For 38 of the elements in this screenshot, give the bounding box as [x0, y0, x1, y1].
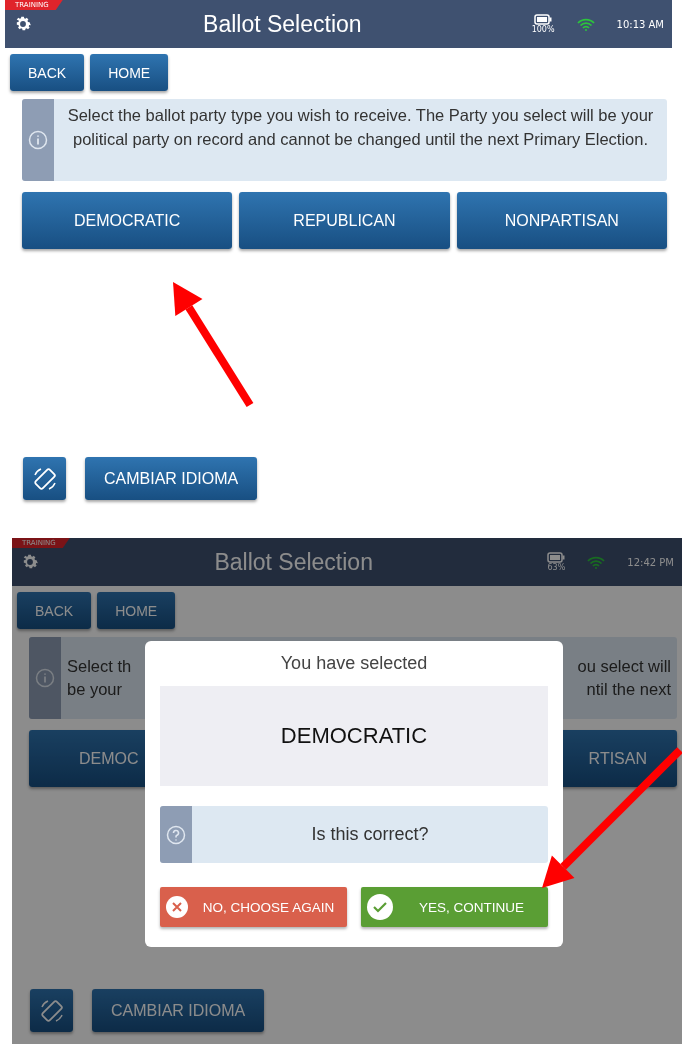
question-text: Is this correct? — [310, 824, 430, 845]
language-button[interactable]: CAMBIAR IDIOMA — [92, 989, 265, 1032]
clock-time: 12:42 PM — [627, 556, 674, 568]
wifi-icon — [576, 17, 595, 31]
nav-button[interactable]: BACK — [17, 592, 92, 629]
close-icon — [166, 896, 188, 918]
instruction-text: ntil the next — [586, 680, 671, 699]
language-button[interactable]: CAMBIAR IDIOMA — [85, 457, 258, 500]
battery-percent: 63% — [547, 563, 566, 572]
info-icon — [28, 130, 48, 150]
dialog-heading: You have selected — [280, 653, 428, 674]
battery-percent: 100% — [531, 25, 555, 34]
party-button[interactable]: REPUBLICAN — [239, 192, 450, 249]
check-icon — [367, 894, 393, 920]
instruction-text: Select th — [67, 657, 132, 676]
continue-button[interactable]: YES, CONTINUE — [361, 887, 548, 927]
wifi-icon — [587, 555, 606, 569]
battery-icon — [534, 14, 553, 25]
help-icon — [166, 824, 186, 845]
choose-again-button[interactable]: NO, CHOOSE AGAIN — [160, 887, 347, 927]
info-icon — [35, 668, 55, 688]
rotate-icon — [38, 997, 65, 1024]
instruction-text: Select the ballot party type you wish to receive. The Party you select will be your political party on record and cannot be changed until the next Primary Election. — [66, 105, 655, 150]
instruction-text: ou select will — [577, 657, 671, 676]
party-button[interactable]: NONPARTISAN — [456, 192, 667, 249]
selected-party: DEMOCRATIC — [160, 686, 548, 786]
screen-title: Ballot Selection — [213, 548, 374, 576]
rotate-button[interactable] — [30, 989, 73, 1032]
rotate-button[interactable] — [23, 457, 66, 500]
nav-button[interactable]: HOME — [97, 592, 176, 629]
rotate-icon — [31, 465, 58, 492]
nav-button[interactable]: BACK — [10, 54, 85, 91]
party-button[interactable]: DEMOCRATIC — [22, 192, 233, 249]
battery-icon — [547, 552, 566, 563]
instruction-text: be your — [67, 680, 123, 699]
screen-title: Ballot Selection — [202, 10, 363, 38]
clock-time: 10:13 AM — [616, 18, 664, 30]
nav-button[interactable]: HOME — [90, 54, 169, 91]
